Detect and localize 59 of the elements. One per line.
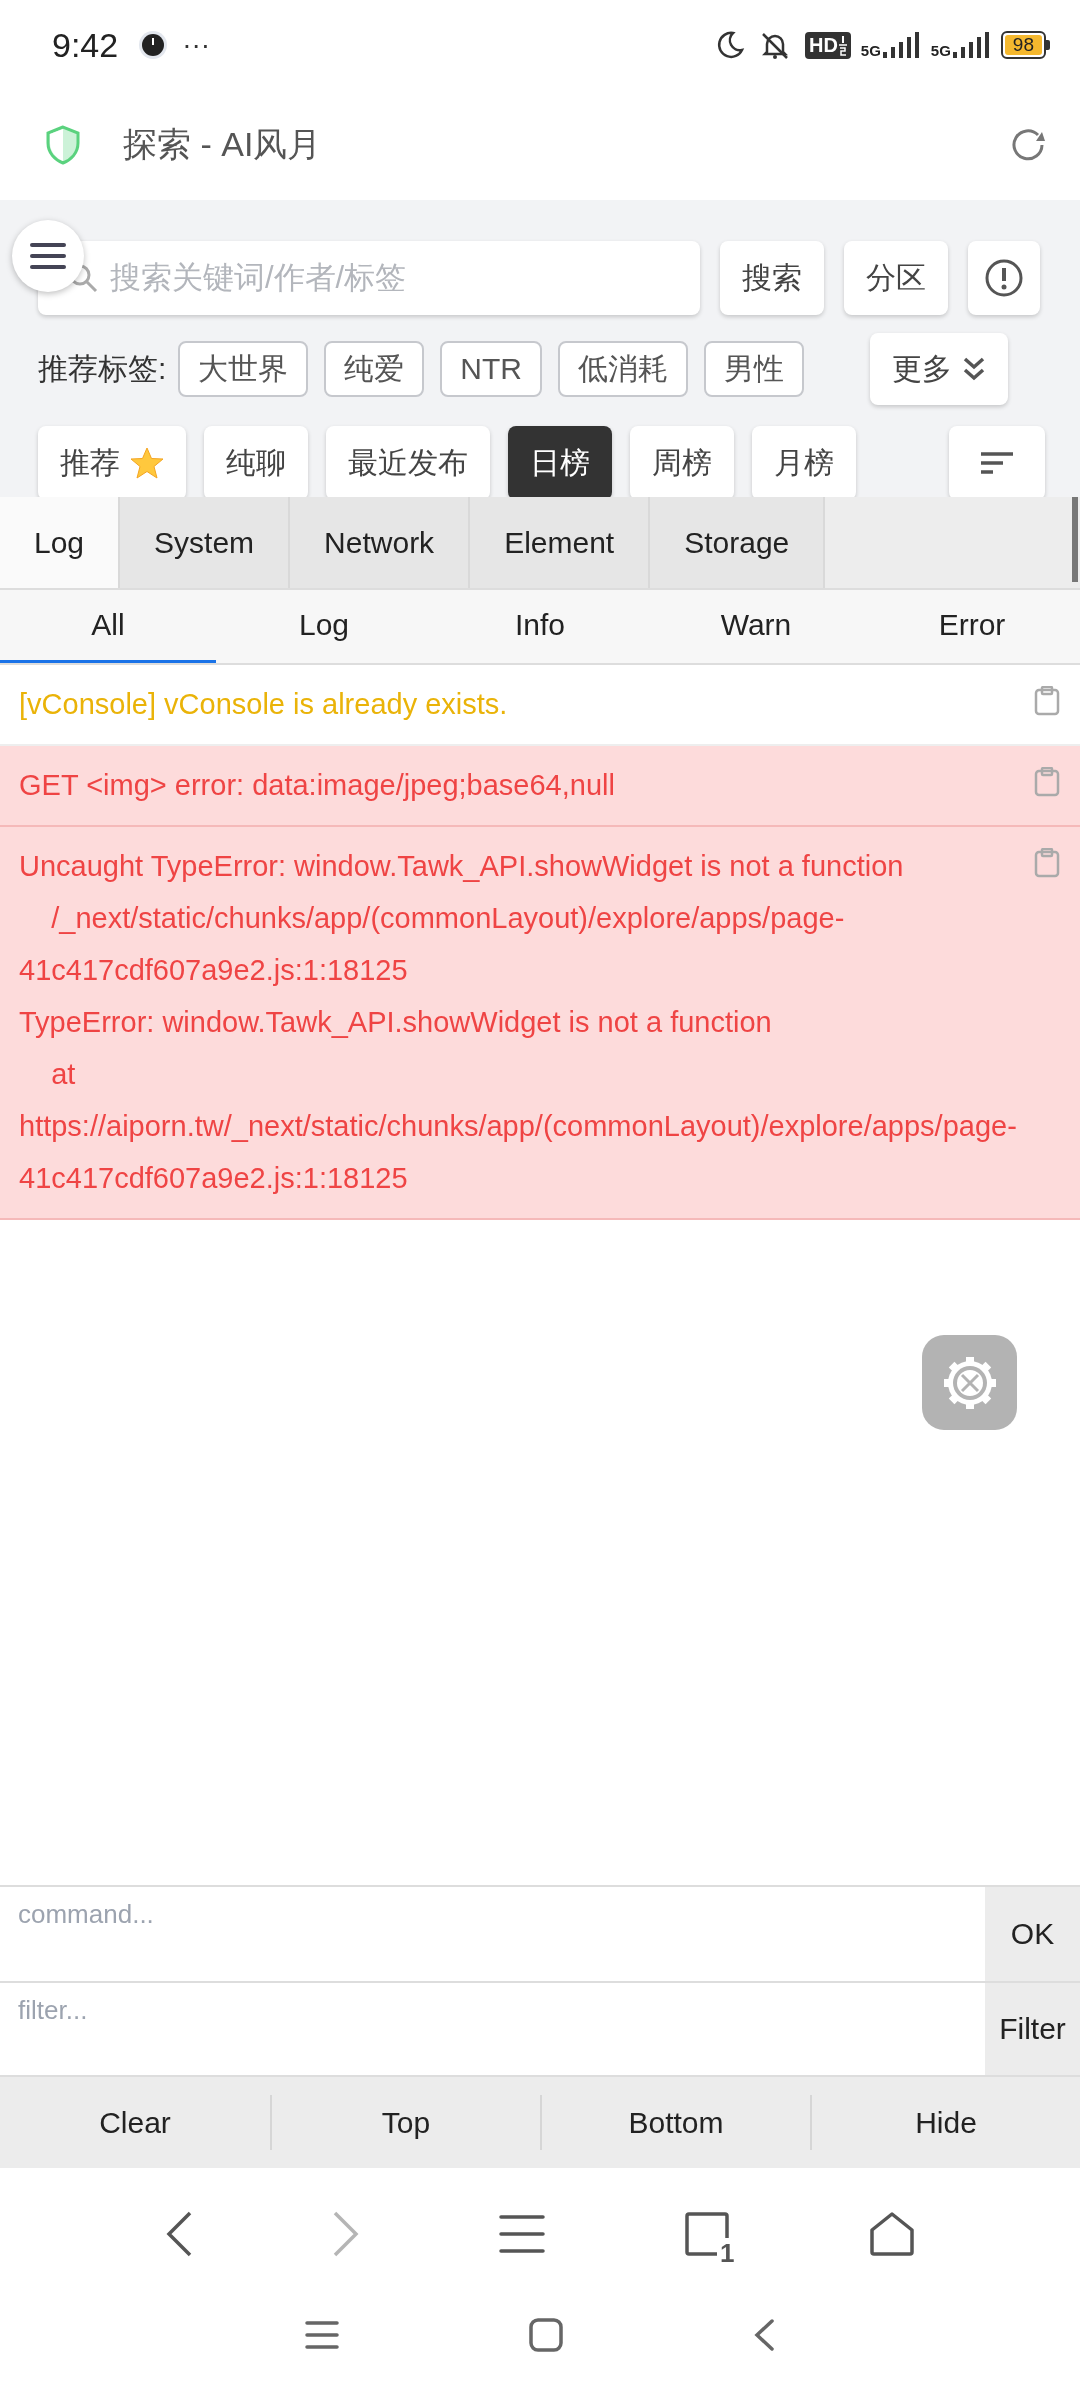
log-message: [vConsole] vConsole is already exists. bbox=[19, 687, 509, 722]
home-icon[interactable] bbox=[529, 2318, 563, 2352]
log-filter-tab[interactable]: Error bbox=[864, 590, 1080, 663]
more-tags-button[interactable]: 更多 bbox=[870, 333, 1009, 405]
log-filter-tab[interactable]: Info bbox=[432, 590, 648, 663]
clock-time: 9:42 bbox=[52, 25, 119, 65]
sort-button[interactable] bbox=[949, 426, 1045, 497]
exclamation-icon bbox=[984, 258, 1024, 298]
search-option-button[interactable]: 分区 bbox=[844, 241, 948, 315]
menu-icon bbox=[30, 242, 66, 270]
log-message: GET <img> error: data:image/jpeg;base64,null bbox=[19, 768, 616, 803]
tag-chip[interactable]: 男性 bbox=[704, 341, 804, 397]
console-action-button[interactable]: Bottom bbox=[540, 2095, 810, 2150]
vconsole-toggle-button[interactable] bbox=[922, 1335, 1017, 1430]
signal-icon bbox=[880, 32, 921, 58]
more-notifications: ··· bbox=[182, 29, 211, 61]
info-button[interactable] bbox=[968, 241, 1040, 315]
search-option-button[interactable]: 搜索 bbox=[720, 241, 824, 315]
double-chevron-icon bbox=[962, 356, 987, 382]
star-icon bbox=[130, 447, 164, 479]
console-tab[interactable]: Log bbox=[0, 497, 121, 588]
sort-tab[interactable]: 推荐 bbox=[38, 426, 186, 497]
page-title: 探索 - AI风月 bbox=[123, 124, 323, 165]
sort-tab[interactable]: 纯聊 bbox=[204, 426, 308, 497]
log-filter-tab[interactable]: Log bbox=[216, 590, 432, 663]
log-filter-tab[interactable]: All bbox=[0, 590, 216, 663]
back-icon[interactable] bbox=[753, 2318, 775, 2352]
tag-chip[interactable]: 低消耗 bbox=[558, 341, 688, 397]
signal-icon bbox=[950, 32, 991, 58]
tag-chip[interactable]: 大世界 bbox=[178, 341, 309, 397]
network-type-label: 5G bbox=[930, 44, 951, 58]
tags-label: 推荐标签: bbox=[38, 350, 167, 387]
tag-chip[interactable]: NTR bbox=[440, 341, 542, 397]
console-action-button[interactable]: Top bbox=[270, 2095, 540, 2150]
sort-tab[interactable]: 最近发布 bbox=[326, 426, 490, 497]
sort-tab[interactable]: 周榜 bbox=[630, 426, 734, 497]
console-tab[interactable]: Network bbox=[290, 497, 471, 588]
log-filter-tab[interactable]: Warn bbox=[648, 590, 864, 663]
sort-lines-icon bbox=[979, 450, 1015, 476]
clock-app-icon bbox=[138, 30, 169, 60]
network-type-label: 5G bbox=[860, 44, 881, 58]
hd-voice-badge: HD bbox=[804, 31, 851, 59]
tag-chip[interactable]: 纯爱 bbox=[324, 341, 425, 397]
shield-icon bbox=[45, 125, 81, 165]
console-action-button[interactable]: Hide bbox=[810, 2095, 1080, 2150]
filter-button[interactable]: Filter bbox=[985, 1983, 1080, 2075]
console-tab[interactable]: Storage bbox=[650, 497, 826, 588]
sort-tab[interactable]: 月榜 bbox=[752, 426, 856, 497]
home-icon[interactable] bbox=[868, 2210, 917, 2258]
sort-tab[interactable]: 日榜 bbox=[508, 426, 612, 497]
recents-icon[interactable] bbox=[305, 2320, 339, 2350]
console-tab[interactable]: Element bbox=[470, 497, 651, 588]
menu-button[interactable] bbox=[12, 220, 84, 292]
log-message: Uncaught TypeError: window.Tawk_API.showWidget is not a function /_next/static/chunks/app/(commonLayout)/explore/apps/page-41c417cdf607a9e2.js:1:18125 TypeError: window.Tawk_API.showWidget is not a function at https://aiporn.tw/_next/static/chunks/app/(commonLayout)/explore/apps/page-41c417cdf607a9e2.js:1:18125 bbox=[19, 849, 1018, 1196]
ok-button[interactable]: OK bbox=[985, 1887, 1080, 1981]
console-tab[interactable]: System bbox=[120, 497, 291, 588]
console-action-button[interactable]: Clear bbox=[0, 2077, 270, 2168]
menu-icon[interactable] bbox=[499, 2214, 545, 2254]
search-field[interactable]: 搜索关键词/作者/标签 bbox=[38, 241, 700, 315]
